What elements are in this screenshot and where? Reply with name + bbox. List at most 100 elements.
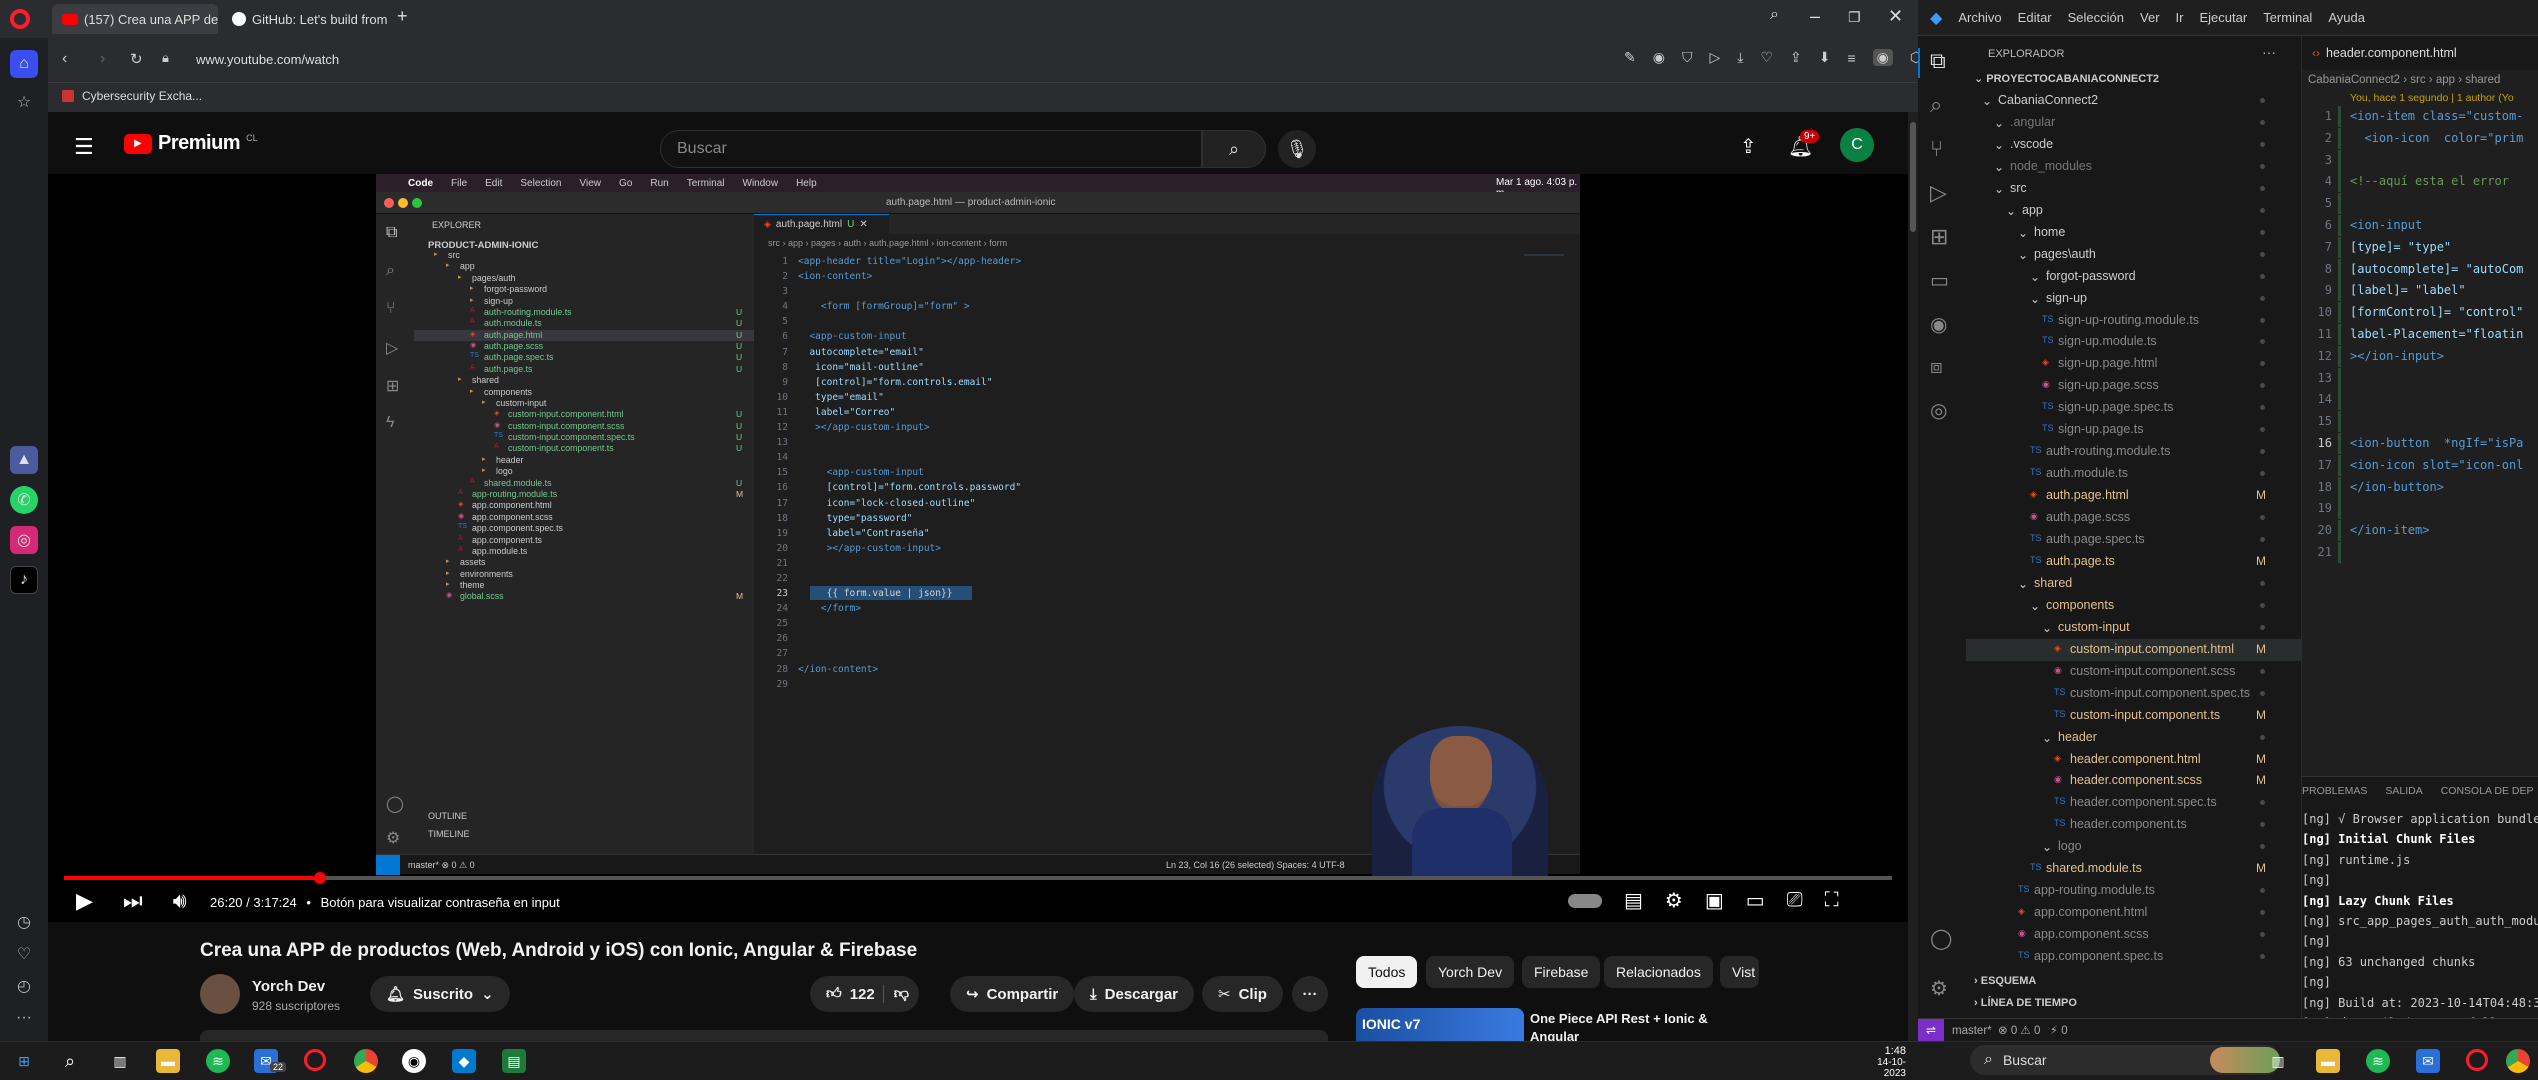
folder-row[interactable]: ⌄ .angular xyxy=(1966,112,2302,134)
bookmark-item[interactable]: Cybersecurity Excha... xyxy=(62,89,202,103)
mail-icon[interactable]: ✉ xyxy=(2416,1049,2440,1073)
edit-icon[interactable]: ✎ xyxy=(1624,49,1636,66)
chip-watched[interactable]: Vist xyxy=(1720,956,1760,988)
explorer-icon[interactable]: ⧉ xyxy=(1930,48,1946,74)
url-field[interactable]: www.youtube.com/watch xyxy=(196,52,339,67)
thumbs-down-icon[interactable]: 👎︎ xyxy=(882,985,909,1003)
spotify-icon[interactable]: ≋ xyxy=(206,1049,230,1073)
search-input[interactable]: Buscar xyxy=(660,130,1202,168)
search-button[interactable]: ⌕ xyxy=(1202,130,1266,168)
folder-icon[interactable]: ▭ xyxy=(1930,268,1949,293)
profile-icon[interactable]: ◉ xyxy=(1872,49,1893,66)
menu-seleccion[interactable]: Selección xyxy=(2068,10,2124,25)
subtitles-icon[interactable]: ▤ xyxy=(1624,888,1643,913)
file-explorer-icon[interactable]: ▬ xyxy=(2316,1049,2340,1073)
cast-icon[interactable]: ⎚ xyxy=(1787,889,1803,912)
forward-icon[interactable]: › xyxy=(100,50,105,68)
rec-thumbnail[interactable]: IONIC v7 xyxy=(1356,1008,1524,1041)
chip-related[interactable]: Relacionados xyxy=(1604,956,1713,988)
chrome-icon[interactable] xyxy=(354,1049,378,1073)
clock[interactable]: 1:48 14-10-2023 xyxy=(1858,1045,1906,1079)
theater-icon[interactable]: ▭ xyxy=(1746,888,1765,913)
file-row[interactable]: ◉ app.component.scss xyxy=(1966,924,2302,946)
source-control-icon[interactable]: ⑂ xyxy=(1930,136,1943,162)
channel-name[interactable]: Yorch Dev xyxy=(252,978,325,995)
file-row[interactable]: ◉ auth.page.scss xyxy=(1966,507,2302,529)
folder-row[interactable]: ⌄ forgot-password xyxy=(1966,266,2302,288)
notepad-icon[interactable]: ▤ xyxy=(502,1049,526,1073)
progress-bar[interactable] xyxy=(64,872,1892,884)
vscode-icon[interactable]: ◆ xyxy=(452,1049,476,1073)
play-icon[interactable]: ▶ xyxy=(76,888,93,914)
hamburger-menu-icon[interactable]: ☰ xyxy=(74,134,94,160)
tab-salida[interactable]: SALIDA xyxy=(2385,785,2422,797)
task-view-icon[interactable]: ▥ xyxy=(108,1049,132,1073)
folder-row[interactable]: ⌄ shared xyxy=(1966,573,2302,595)
file-row[interactable]: TS app.component.spec.ts xyxy=(1966,946,2302,968)
settings-icon[interactable]: ⚙ xyxy=(1665,888,1683,913)
maximize-icon[interactable]: ❐ xyxy=(1848,9,1861,26)
opera-icon[interactable] xyxy=(304,1049,326,1071)
clock-icon[interactable]: ◴ xyxy=(10,972,38,1000)
share-icon[interactable]: ⇪ xyxy=(1790,49,1802,66)
subscribed-button[interactable]: 🔔︎ Suscrito ⌄ xyxy=(370,976,510,1012)
file-row[interactable]: ◈ app.component.html xyxy=(1966,902,2302,924)
close-window-icon[interactable]: ✕ xyxy=(1888,6,1903,27)
folder-row[interactable]: ⌄ src xyxy=(1966,178,2302,200)
more-icon[interactable]: ··· xyxy=(10,1004,38,1032)
file-row[interactable]: TS app-routing.module.ts xyxy=(1966,880,2302,902)
folder-row[interactable]: ⌄ app xyxy=(1966,200,2302,222)
shield-icon[interactable]: ⛉ xyxy=(1682,49,1693,66)
tab-github[interactable]: GitHub: Let's build from h xyxy=(222,4,388,34)
upload-icon[interactable]: ⇪ xyxy=(1740,134,1757,159)
folder-row[interactable]: ⌄ custom-input xyxy=(1966,617,2302,639)
outline-section[interactable]: › ESQUEMA xyxy=(1974,975,2036,987)
file-row[interactable]: TS header.component.spec.ts xyxy=(1966,792,2302,814)
folder-row[interactable]: ⌄ sign-up xyxy=(1966,288,2302,310)
opera-logo-icon[interactable] xyxy=(10,9,30,29)
status-text[interactable]: master* ⊗ 0 ⚠ 0 ⚡ 0 xyxy=(1952,1023,2068,1037)
menu-ir[interactable]: Ir xyxy=(2176,10,2184,25)
volume-icon[interactable]: 🔊︎ xyxy=(173,888,187,914)
voice-search-button[interactable]: 🎙︎ xyxy=(1278,130,1316,168)
new-tab-icon[interactable]: + xyxy=(397,6,408,27)
chrome-icon[interactable] xyxy=(2506,1049,2530,1073)
file-row[interactable]: TS custom-input.component.ts M xyxy=(1966,705,2302,727)
remote-status-icon[interactable]: ⇌ xyxy=(1918,1019,1944,1042)
camera-icon[interactable]: ◉ xyxy=(1653,49,1665,66)
file-row[interactable]: ◈ sign-up.page.html xyxy=(1966,353,2302,375)
search-tabs-icon[interactable]: ⌕ xyxy=(1770,6,1779,24)
file-row[interactable]: ◉ custom-input.component.scss xyxy=(1966,661,2302,683)
github-icon[interactable]: ◉ xyxy=(1930,312,1947,337)
folder-row[interactable]: ⌄ node_modules xyxy=(1966,156,2302,178)
search-icon[interactable]: ⌕ xyxy=(1930,92,1942,118)
download-icon[interactable]: ⬇ xyxy=(1819,49,1831,66)
clip-button[interactable]: ✂ Clip xyxy=(1202,976,1283,1012)
folder-row[interactable]: ⌄ header xyxy=(1966,727,2302,749)
reload-icon[interactable]: ↻ xyxy=(130,50,143,68)
pin-icon[interactable]: ☆ xyxy=(10,88,38,116)
heart-icon[interactable]: ♡ xyxy=(1760,49,1773,66)
back-icon[interactable]: ‹ xyxy=(62,50,67,68)
github-desktop-icon[interactable]: ◉ xyxy=(402,1049,426,1073)
remote-icon[interactable]: ◎ xyxy=(1930,398,1947,423)
editor-tab[interactable]: ‹› header.component.html xyxy=(2302,36,2538,70)
fullscreen-icon[interactable]: ⛶ xyxy=(1825,889,1839,912)
folder-row[interactable]: ⌄ home xyxy=(1966,222,2302,244)
file-row[interactable]: TS auth.page.ts M xyxy=(1966,551,2302,573)
timeline-section[interactable]: › LÍNEA DE TIEMPO xyxy=(1974,997,2077,1009)
autoplay-toggle[interactable] xyxy=(1568,893,1602,908)
account-icon[interactable]: ◯ xyxy=(1930,926,1952,951)
file-row[interactable]: TS shared.module.ts M xyxy=(1966,858,2302,880)
scrollbar-thumb[interactable] xyxy=(1910,122,1916,232)
history-icon[interactable]: ◷ xyxy=(10,908,38,936)
folder-row[interactable]: ⌄ logo xyxy=(1966,836,2302,858)
menu-ver[interactable]: Ver xyxy=(2140,10,2160,25)
aria-icon[interactable]: ▲ xyxy=(10,446,38,474)
minimize-icon[interactable]: – xyxy=(1810,6,1820,27)
folder-row[interactable]: ⌄ pages\auth xyxy=(1966,244,2302,266)
menu-editar[interactable]: Editar xyxy=(2018,10,2052,25)
scrubber-handle[interactable] xyxy=(313,872,326,884)
tiktok-icon[interactable]: ♪ xyxy=(10,566,38,594)
file-explorer-icon[interactable]: ▬ xyxy=(156,1049,180,1073)
